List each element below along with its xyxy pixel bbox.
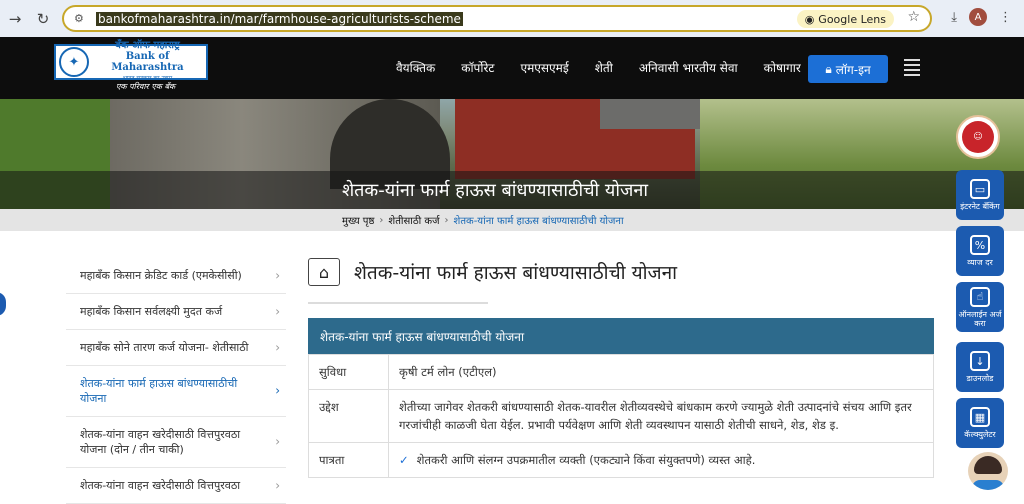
chevron-right-icon: ›: [275, 304, 280, 318]
chevron-right-icon: ›: [275, 383, 280, 398]
breadcrumb-agri-loans[interactable]: शेतीसाठी कर्ज: [388, 213, 439, 227]
site-settings-icon[interactable]: ⚙: [74, 12, 90, 25]
logo-line-2: Bank of Maharashtra: [111, 51, 184, 73]
row-value: शेतकरी आणि संलग्न उपक्रमातील व्यक्ती (एक…: [416, 453, 756, 467]
table-header: शेतक-यांना फार्म हाऊस बांधण्यासाठीची योज…: [308, 318, 934, 354]
forward-icon[interactable]: →: [4, 8, 26, 30]
table-row: उद्देश शेतीच्या जागेवर शेतकरी बांधण्यासा…: [308, 389, 934, 443]
main-content: ⌂ शेतक-यांना फार्म हाऊस बांधण्यासाठीची य…: [308, 256, 934, 478]
row-key: उद्देश: [308, 389, 389, 443]
row-key: पात्रता: [308, 442, 389, 478]
sidebar-item-label: शेतक-यांना वाहन खरेदीसाठी वित्तपुरवठा यो…: [80, 428, 241, 456]
sidebar-item-mkcc[interactable]: महाबँक किसान क्रेडिट कार्ड (एमकेसीसी) ›: [66, 258, 286, 294]
row-value-with-check: ✓ शेतकरी आणि संलग्न उपक्रमातील व्यक्ती (ए…: [388, 442, 934, 478]
reload-icon[interactable]: ↻: [32, 8, 54, 30]
apply-online-label: ऑनलाईन अर्ज करा: [958, 309, 1002, 328]
breadcrumb-current: शेतक-यांना फार्म हाऊस बांधण्यासाठीची योज…: [453, 216, 624, 227]
breadcrumb: मुख्य पृष्ठ › शेतीसाठी कर्ज › शेतक-यांना…: [0, 209, 1024, 231]
more-menu-icon[interactable]: ⋮: [999, 10, 1012, 25]
calculator-label: कॅल्क्युलेटर: [964, 430, 996, 439]
sidebar-item-label: महाबँक सोने तारण कर्ज योजना- शेतीसाठी: [80, 341, 249, 354]
lens-label: Google Lens: [818, 12, 886, 26]
lock-icon: 🔒︎: [825, 61, 832, 76]
download-file-icon: ↓: [970, 351, 990, 371]
sidebar-item-label: शेतक-यांना वाहन खरेदीसाठी वित्तपुरवठा: [80, 479, 241, 492]
logo-tagline: एक परिवार एक बँक: [116, 82, 176, 91]
nav-item-personal[interactable]: वैयक्तिक: [396, 59, 435, 76]
nav-item-msme[interactable]: एमएसएमई: [520, 59, 568, 76]
nav-item-agriculture[interactable]: शेती: [595, 59, 613, 76]
hand-pointer-icon: ☝: [970, 286, 990, 307]
percent-icon: %: [970, 235, 990, 255]
calculator-button[interactable]: ▦ कॅल्क्युलेटर: [956, 398, 1004, 448]
sidebar-item-term-loan[interactable]: महाबँक किसान सर्वलक्ष्यी मुदत कर्ज ›: [66, 294, 286, 330]
sidebar-item-gold-loan[interactable]: महाबँक सोने तारण कर्ज योजना- शेतीसाठी ›: [66, 330, 286, 366]
main-menu: वैयक्तिक कॉर्पोरेट एमएसएमई शेती अनिवासी …: [396, 59, 827, 76]
interest-rate-label: व्याज दर: [967, 258, 993, 267]
hero-banner: शेतक-यांना फार्म हाऊस बांधण्यासाठीची योज…: [0, 99, 1024, 209]
nav-item-nri[interactable]: अनिवासी भारतीय सेवा: [639, 59, 738, 76]
table-row: पात्रता ✓ शेतकरी आणि संलग्न उपक्रमातील व्…: [308, 442, 934, 478]
login-button[interactable]: 🔒︎ लॉग-इन: [808, 55, 888, 83]
address-bar[interactable]: ⚙ bankofmaharashtra.in/mar/farmhouse-agr…: [62, 5, 932, 32]
left-sidebar: महाबँक किसान क्रेडिट कार्ड (एमकेसीसी) › …: [66, 258, 286, 504]
chevron-right-icon: ›: [275, 268, 280, 282]
sidebar-item-label: महाबँक किसान सर्वलक्ष्यी मुदत कर्ज: [80, 305, 223, 318]
google-lens-button[interactable]: ◉ Google Lens: [796, 10, 894, 28]
bank-emblem-icon: ✦: [59, 47, 89, 77]
chevron-right-icon: ›: [444, 214, 449, 226]
browser-toolbar: → ↻ ⚙ bankofmaharashtra.in/mar/farmhouse…: [0, 0, 1024, 37]
lens-icon: ◉: [804, 12, 815, 26]
table-row: सुविधा कृषी टर्म लोन (एटीएल): [308, 354, 934, 390]
download-button[interactable]: ↓ डाउनलोड: [956, 342, 1004, 392]
chevron-right-icon: ›: [275, 478, 280, 492]
apply-online-button[interactable]: ☝ ऑनलाईन अर्ज करा: [956, 282, 1004, 332]
sidebar-item-label: महाबँक किसान क्रेडिट कार्ड (एमकेसीसी): [80, 269, 242, 282]
hamburger-menu-icon[interactable]: [904, 59, 920, 79]
side-tab[interactable]: [0, 292, 6, 316]
internet-banking-button[interactable]: ▭ इंटरनेट बँकिंग: [956, 170, 1004, 220]
row-key: सुविधा: [308, 354, 389, 390]
nav-item-corporate[interactable]: कॉर्पोरेट: [461, 59, 494, 76]
breadcrumb-home[interactable]: मुख्य पृष्ठ: [342, 213, 374, 227]
row-value: कृषी टर्म लोन (एटीएल): [388, 354, 934, 390]
sidebar-item-farmhouse[interactable]: शेतक-यांना फार्म हाऊस बांधण्यासाठीची योज…: [66, 366, 286, 417]
site-header: ✦ बँक ऑफ महाराष्ट्र Bank of Maharashtra …: [0, 37, 1024, 99]
bank-logo[interactable]: ✦ बँक ऑफ महाराष्ट्र Bank of Maharashtra …: [54, 40, 208, 82]
check-circle-icon: ✓: [399, 453, 409, 467]
login-label: लॉग-इन: [835, 62, 871, 77]
url-text[interactable]: bankofmaharashtra.in/mar/farmhouse-agric…: [96, 11, 463, 26]
scheme-details-table: सुविधा कृषी टर्म लोन (एटीएल) उद्देश शेती…: [308, 354, 934, 478]
chevron-right-icon: ›: [275, 340, 280, 354]
chevron-right-icon: ›: [379, 214, 384, 226]
internet-banking-label: इंटरनेट बँकिंग: [960, 202, 1000, 211]
mascot-icon[interactable]: ☺: [956, 115, 1000, 159]
sidebar-item-vehicle-2-3[interactable]: शेतक-यांना वाहन खरेदीसाठी वित्तपुरवठा यो…: [66, 417, 286, 468]
row-value: शेतीच्या जागेवर शेतकरी बांधण्यासाठी शेतक…: [388, 389, 934, 443]
nav-item-treasury[interactable]: कोषागार: [764, 59, 801, 76]
calculator-icon: ▦: [970, 407, 990, 427]
laptop-icon: ▭: [970, 179, 990, 199]
banner-title: शेतक-यांना फार्म हाऊस बांधण्यासाठीची योज…: [341, 180, 649, 201]
chat-assistant-avatar[interactable]: [968, 452, 1008, 490]
bookmark-star-icon[interactable]: ☆: [907, 9, 920, 25]
sidebar-item-vehicle[interactable]: शेतक-यांना वाहन खरेदीसाठी वित्तपुरवठा ›: [66, 468, 286, 504]
profile-avatar[interactable]: A: [969, 8, 987, 26]
farmhouse-icon: ⌂: [308, 258, 340, 286]
chevron-right-icon: ›: [275, 434, 280, 449]
download-icon[interactable]: ⤓: [951, 10, 957, 25]
download-label: डाउनलोड: [966, 374, 994, 383]
title-divider: [308, 302, 488, 304]
page-title: शेतक-यांना फार्म हाऊस बांधण्यासाठीची योज…: [354, 262, 678, 284]
sidebar-item-label: शेतक-यांना फार्म हाऊस बांधण्यासाठीची योज…: [80, 377, 238, 405]
logo-line-1: बँक ऑफ महाराष्ट्र: [115, 40, 180, 51]
interest-rate-button[interactable]: % व्याज दर: [956, 226, 1004, 276]
